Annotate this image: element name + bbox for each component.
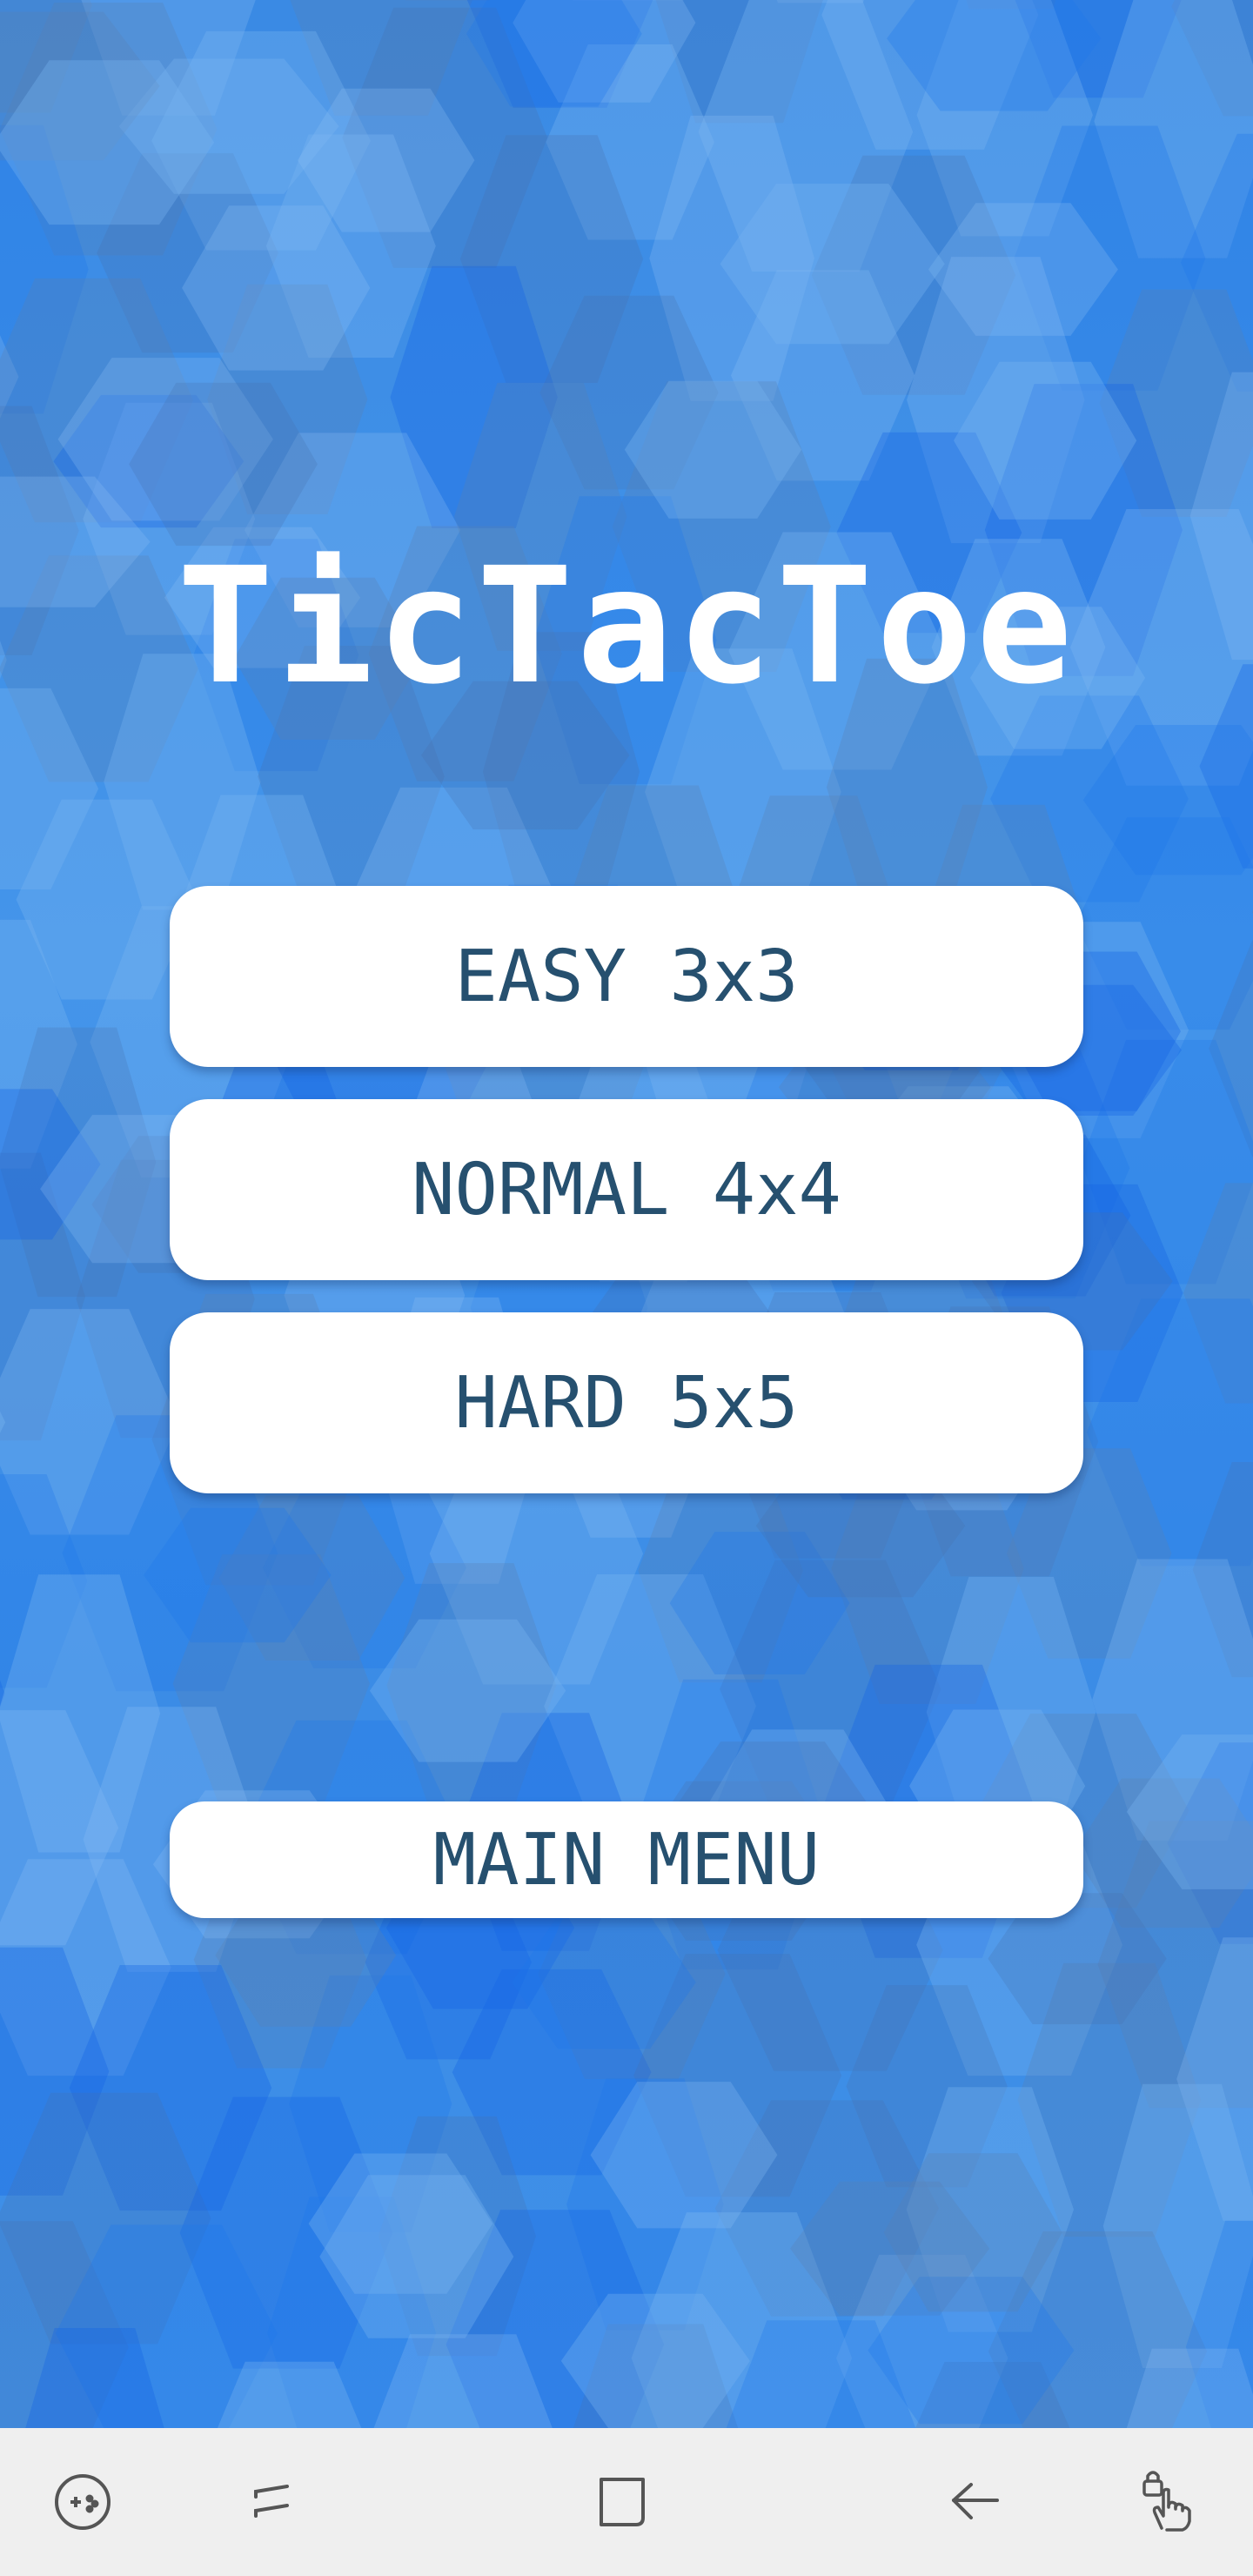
touch-lock-button[interactable] — [1127, 2459, 1214, 2546]
recent-apps-icon — [254, 2485, 289, 2518]
main-menu-button[interactable]: MAIN MENU — [170, 1801, 1083, 1918]
main-menu-label: MAIN MENU — [432, 1818, 821, 1902]
game-tools-button[interactable] — [39, 2459, 126, 2546]
easy-3x3-button[interactable]: EASY 3x3 — [170, 886, 1083, 1067]
easy-3x3-label: EASY 3x3 — [454, 935, 799, 1018]
back-button[interactable] — [931, 2459, 1018, 2546]
back-icon — [952, 2483, 999, 2519]
hard-5x5-label: HARD 5x5 — [454, 1361, 799, 1445]
home-icon — [600, 2478, 645, 2526]
game-tools-icon — [55, 2474, 111, 2530]
page-title: TicTacToe — [177, 533, 1076, 720]
recent-apps-button[interactable] — [228, 2459, 315, 2546]
normal-4x4-label: NORMAL 4x4 — [412, 1148, 841, 1231]
normal-4x4-button[interactable]: NORMAL 4x4 — [170, 1099, 1083, 1280]
hard-5x5-button[interactable]: HARD 5x5 — [170, 1312, 1083, 1493]
touch-lock-icon — [1142, 2471, 1191, 2532]
system-navigation-bar — [0, 2428, 1253, 2576]
home-button[interactable] — [579, 2459, 666, 2546]
app-screen: TicTacToe EASY 3x3 NORMAL 4x4 HARD 5x5 M… — [0, 0, 1253, 2576]
